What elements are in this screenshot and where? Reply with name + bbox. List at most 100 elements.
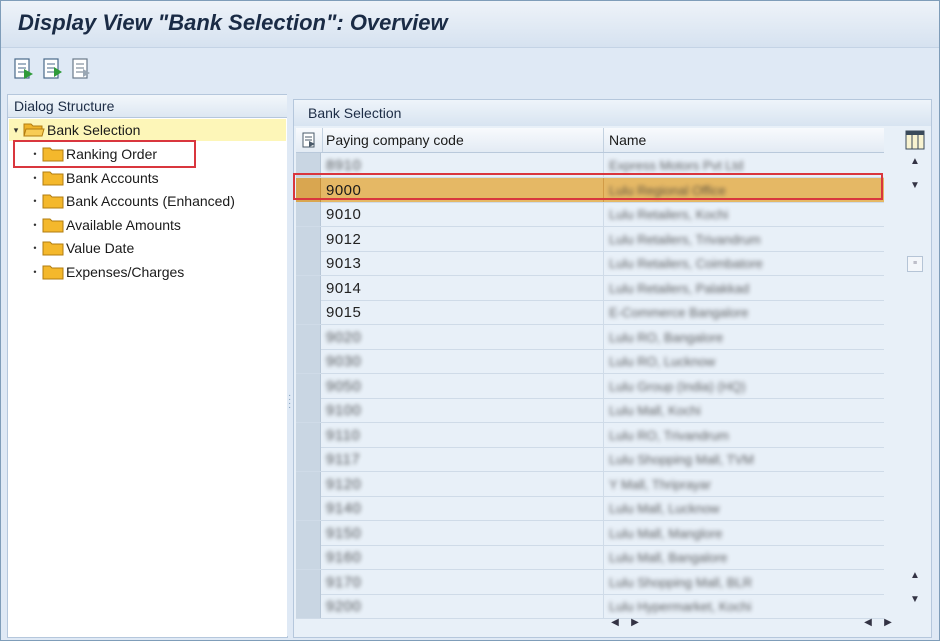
column-header-paying-company-code[interactable]: Paying company code bbox=[326, 132, 464, 148]
cell-name: Lulu RO, Trivandrum bbox=[609, 427, 729, 443]
print-icon bbox=[72, 58, 90, 79]
table-row[interactable]: 9170 Lulu Shopping Mall, BLR bbox=[296, 569, 884, 595]
scroll-left-end-icon[interactable]: ◀ bbox=[860, 615, 876, 631]
row-selector[interactable] bbox=[296, 545, 321, 569]
folder-icon bbox=[42, 218, 64, 233]
scroll-page-down-icon[interactable]: ▼ bbox=[907, 592, 923, 608]
row-selector[interactable] bbox=[296, 177, 321, 202]
table-row[interactable]: 9200 Lulu Hypermarket, Kochi bbox=[296, 594, 884, 619]
row-selector[interactable] bbox=[296, 496, 321, 520]
splitter-grip-icon: · · · · bbox=[288, 390, 292, 413]
expand-arrow-icon[interactable]: ▾ bbox=[9, 125, 23, 136]
table-row[interactable]: 9140 Lulu Mall, Lucknow bbox=[296, 496, 884, 521]
table-row[interactable]: 9000 Lulu Regional Office bbox=[296, 177, 884, 203]
cell-name: Lulu Mall, Bangalore bbox=[609, 550, 728, 565]
column-divider bbox=[603, 226, 604, 251]
row-selector[interactable] bbox=[296, 226, 321, 251]
column-divider bbox=[603, 153, 604, 177]
cell-paying-company-code: 9050 bbox=[326, 377, 362, 395]
cell-name: Lulu Group (India) (HQ) bbox=[609, 378, 746, 394]
table-row[interactable]: 9120 Y Mall, Thriprayar bbox=[296, 471, 884, 497]
row-selector[interactable] bbox=[296, 202, 321, 226]
scroll-right-end-icon[interactable]: ▶ bbox=[880, 615, 896, 631]
select-all-button[interactable] bbox=[296, 128, 323, 152]
table-row[interactable]: 9013 Lulu Retailers, Coimbatore bbox=[296, 251, 884, 276]
select-all-icon bbox=[302, 132, 315, 148]
row-selector[interactable] bbox=[296, 520, 321, 545]
folder-icon bbox=[42, 147, 64, 162]
row-selector[interactable] bbox=[296, 471, 321, 496]
table-row[interactable]: 9150 Lulu Mall, Manglore bbox=[296, 520, 884, 546]
tree-node-expenses-charges[interactable]: • Expenses/Charges bbox=[28, 261, 184, 283]
table-row[interactable]: 9010 Lulu Retailers, Kochi bbox=[296, 202, 884, 227]
row-selector[interactable] bbox=[296, 349, 321, 373]
details-button[interactable] bbox=[13, 57, 35, 81]
column-divider bbox=[603, 128, 604, 152]
tree-node-bank-selection[interactable]: ▾ Bank Selection bbox=[9, 119, 286, 141]
tree-node-value-date[interactable]: • Value Date bbox=[28, 237, 134, 259]
table-row[interactable]: 9050 Lulu Group (India) (HQ) bbox=[296, 373, 884, 399]
cell-name: E-Commerce Bangalore bbox=[609, 305, 749, 320]
table-row[interactable]: 9012 Lulu Retailers, Trivandrum bbox=[296, 226, 884, 252]
row-selector[interactable] bbox=[296, 300, 321, 324]
cell-name: Lulu RO, Lucknow bbox=[609, 354, 716, 369]
cell-name: Lulu Shopping Mall, BLR bbox=[609, 574, 753, 590]
table-row[interactable]: 9100 Lulu Mall, Kochi bbox=[296, 398, 884, 423]
row-selector[interactable] bbox=[296, 324, 321, 349]
table-row[interactable]: 8910 Express Motors Pvt Ltd bbox=[296, 153, 884, 178]
table-title: Bank Selection bbox=[308, 105, 402, 121]
cell-paying-company-code: 9012 bbox=[326, 230, 362, 248]
row-selector[interactable] bbox=[296, 373, 321, 398]
cell-name: Express Motors Pvt Ltd bbox=[609, 158, 744, 173]
scroll-left-icon[interactable]: ◀ bbox=[607, 615, 623, 631]
cell-name: Lulu Mall, Manglore bbox=[609, 525, 723, 541]
table-row[interactable]: 9117 Lulu Shopping Mall, TVM bbox=[296, 447, 884, 472]
cell-paying-company-code: 9160 bbox=[326, 549, 362, 566]
table-row[interactable]: 9015 E-Commerce Bangalore bbox=[296, 300, 884, 325]
column-divider bbox=[603, 373, 604, 398]
column-header-name[interactable]: Name bbox=[609, 132, 646, 148]
row-selector[interactable] bbox=[296, 398, 321, 422]
cell-name: Lulu Hypermarket, Kochi bbox=[609, 599, 752, 614]
row-selector[interactable] bbox=[296, 275, 321, 300]
table-row[interactable]: 9160 Lulu Mall, Bangalore bbox=[296, 545, 884, 570]
table-settings-icon[interactable] bbox=[905, 130, 925, 150]
scroll-up-icon[interactable]: ▲ bbox=[907, 154, 923, 170]
tree-node-bank-accounts[interactable]: • Bank Accounts bbox=[28, 167, 158, 189]
tree-node-bank-accounts-enhanced[interactable]: • Bank Accounts (Enhanced) bbox=[28, 190, 234, 212]
scroll-right-icon[interactable]: ▶ bbox=[627, 615, 643, 631]
row-selector[interactable] bbox=[296, 251, 321, 275]
column-divider bbox=[603, 496, 604, 520]
cell-paying-company-code: 9170 bbox=[326, 573, 362, 591]
row-selector[interactable] bbox=[296, 422, 321, 447]
export-button[interactable] bbox=[42, 57, 64, 81]
cell-paying-company-code: 9020 bbox=[326, 328, 362, 346]
row-selector[interactable] bbox=[296, 594, 321, 618]
bullet-icon: • bbox=[33, 196, 37, 206]
tree-node-available-amounts[interactable]: • Available Amounts bbox=[28, 214, 181, 236]
cell-name: Lulu RO, Bangalore bbox=[609, 329, 724, 345]
application-toolbar bbox=[1, 48, 939, 90]
print-button[interactable] bbox=[71, 57, 93, 81]
column-divider bbox=[603, 349, 604, 373]
row-selector[interactable] bbox=[296, 153, 321, 177]
scroll-page-up-icon[interactable]: ▲ bbox=[907, 568, 923, 584]
table-row[interactable]: 9014 Lulu Retailers, Palakkad bbox=[296, 275, 884, 301]
column-divider bbox=[603, 275, 604, 300]
column-divider bbox=[603, 545, 604, 569]
column-divider bbox=[603, 422, 604, 447]
scroll-thumb[interactable]: ≡ bbox=[907, 256, 923, 272]
vertical-scrollbar[interactable]: ▲ ▼ ≡ ▲ ▼ bbox=[905, 152, 925, 612]
table-row[interactable]: 9030 Lulu RO, Lucknow bbox=[296, 349, 884, 374]
tree-node-label: Ranking Order bbox=[66, 146, 158, 162]
bullet-icon: • bbox=[33, 173, 37, 183]
scroll-down-icon[interactable]: ▼ bbox=[907, 178, 923, 194]
tree-node-ranking-order[interactable]: • Ranking Order bbox=[28, 143, 157, 165]
table-row[interactable]: 9020 Lulu RO, Bangalore bbox=[296, 324, 884, 350]
cell-paying-company-code: 9030 bbox=[326, 353, 362, 370]
column-divider bbox=[603, 202, 604, 226]
row-selector[interactable] bbox=[296, 447, 321, 471]
panel-splitter[interactable]: · · · · bbox=[287, 94, 292, 636]
table-row[interactable]: 9110 Lulu RO, Trivandrum bbox=[296, 422, 884, 448]
row-selector[interactable] bbox=[296, 569, 321, 594]
